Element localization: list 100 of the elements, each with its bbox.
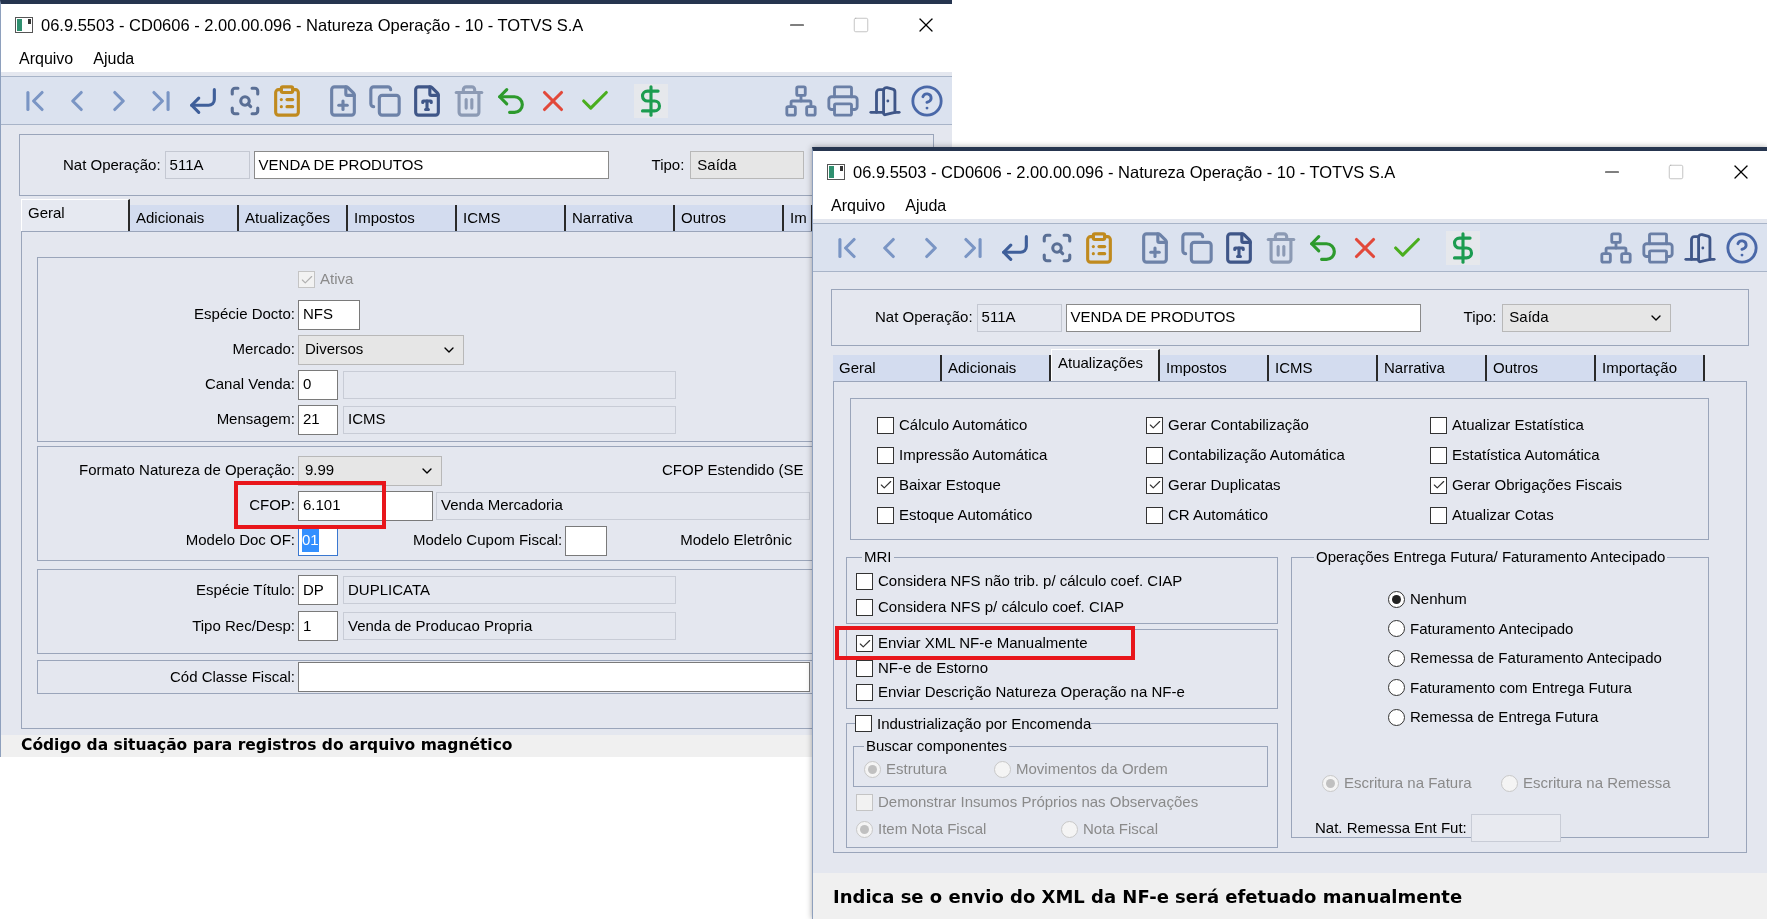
checkbox[interactable] [1146, 476, 1163, 494]
radio-label[interactable]: Nenhum [1410, 588, 1467, 611]
menu-item[interactable]: Arquivo [19, 47, 74, 71]
app-icon [827, 164, 845, 180]
checkbox[interactable] [1430, 476, 1447, 494]
tab[interactable]: Importação [1596, 355, 1705, 381]
dropdown[interactable]: 9.99 [298, 455, 442, 486]
checkbox-label[interactable]: Atualizar Estatística [1452, 413, 1584, 437]
checkbox[interactable] [855, 715, 872, 733]
checkbox[interactable] [877, 476, 894, 494]
radio-button[interactable] [1388, 708, 1405, 726]
checkbox[interactable] [856, 660, 873, 677]
tab[interactable]: ICMS [1269, 355, 1378, 381]
checkbox[interactable] [856, 684, 873, 701]
field-label: Nat Operação: [63, 154, 161, 175]
help-icon[interactable] [1725, 230, 1759, 265]
checkbox[interactable] [1430, 506, 1447, 524]
trash-icon[interactable] [452, 83, 486, 118]
tab[interactable]: Impostos [348, 205, 457, 231]
checkmark-icon [1147, 418, 1162, 432]
text-field[interactable]: VENDA DE PRODUTOS [1065, 303, 1421, 332]
door-icon[interactable] [868, 83, 902, 118]
text-field[interactable]: 1 [298, 611, 338, 641]
checkbox[interactable] [1146, 416, 1163, 434]
checkbox-label[interactable]: CR Automático [1168, 503, 1269, 527]
radio-label[interactable]: Remessa de Entrega Futura [1410, 706, 1599, 729]
checkbox[interactable] [856, 573, 873, 590]
checkbox[interactable] [856, 599, 873, 616]
tab[interactable]: Narrativa [1378, 355, 1487, 381]
text-field[interactable] [565, 525, 608, 556]
dropdown[interactable]: Diversos [298, 334, 464, 365]
tab[interactable]: Geral [833, 355, 942, 381]
readonly-field: 511A [164, 151, 250, 179]
checkbox[interactable] [877, 506, 894, 524]
text-field[interactable]: VENDA DE PRODUTOS [253, 151, 609, 179]
door-icon[interactable] [1683, 230, 1717, 265]
text-field[interactable]: 0 [298, 369, 338, 400]
checkbox-label[interactable]: Impressão Automática [899, 443, 1048, 467]
tab[interactable]: Adicionais [942, 355, 1051, 381]
checkbox-label[interactable]: NF-e de Estorno [878, 657, 989, 680]
checkbox[interactable] [856, 635, 873, 652]
menu-item[interactable]: Ajuda [905, 194, 947, 218]
tab[interactable]: Adicionais [130, 205, 239, 231]
checkbox-label[interactable]: Estatística Automática [1452, 443, 1600, 467]
tab[interactable]: Outros [675, 205, 784, 231]
text-field[interactable] [298, 662, 810, 692]
radio-button[interactable] [1388, 590, 1405, 608]
checkbox-label[interactable]: Estoque Automático [899, 503, 1033, 527]
radio-label[interactable]: Remessa de Faturamento Antecipado [1410, 647, 1662, 670]
tab[interactable]: Impostos [1160, 355, 1269, 381]
radio-label[interactable]: Faturamento com Entrega Futura [1410, 676, 1632, 699]
checkbox[interactable] [1146, 506, 1163, 524]
checkbox[interactable] [877, 416, 894, 434]
checkbox-label[interactable]: Gerar Contabilização [1168, 413, 1309, 437]
radio-label[interactable]: Faturamento Antecipado [1410, 617, 1574, 640]
checkbox-label[interactable]: Gerar Duplicatas [1168, 473, 1281, 497]
field-label: Espécie Título: [195, 579, 295, 600]
text-field[interactable]: 21 [298, 404, 338, 435]
checkbox-label[interactable]: Atualizar Cotas [1452, 503, 1554, 527]
tab[interactable]: ICMS [457, 205, 566, 231]
checkbox[interactable] [1430, 446, 1447, 464]
tab[interactable]: Narrativa [566, 205, 675, 231]
checkbox[interactable] [1146, 446, 1163, 464]
tree-icon[interactable] [784, 83, 818, 118]
text-field[interactable]: DP [298, 575, 338, 605]
radio-button[interactable] [1388, 649, 1405, 667]
tab[interactable]: Outros [1487, 355, 1596, 381]
dollar-icon[interactable] [1446, 230, 1480, 265]
trash-icon[interactable] [1264, 230, 1298, 265]
text-field[interactable]: 6.101 [298, 490, 433, 521]
printer-icon[interactable] [1641, 230, 1675, 265]
radio-button[interactable] [1388, 620, 1405, 638]
checkbox-label[interactable]: Baixar Estoque [899, 473, 1001, 497]
checkbox-label[interactable]: Enviar XML NF-e Manualmente [878, 632, 1088, 655]
tab[interactable]: Atualizações [239, 205, 348, 231]
radio-button[interactable] [1388, 679, 1405, 697]
checkbox[interactable] [1430, 416, 1447, 434]
dropdown[interactable]: Saída [690, 151, 805, 179]
checkbox-label[interactable]: Contabilização Automática [1168, 443, 1345, 467]
menu-item[interactable]: Ajuda [93, 47, 135, 71]
checkbox-label[interactable]: Considera NFS não trib. p/ cálculo coef. CIAP [878, 570, 1183, 593]
copy-icon[interactable] [368, 83, 402, 118]
copy-icon[interactable] [1180, 230, 1214, 265]
dropdown[interactable]: Saída [1502, 303, 1672, 332]
tree-icon[interactable] [1599, 230, 1633, 265]
dollar-icon[interactable] [634, 83, 668, 118]
tab[interactable]: Geral [21, 199, 130, 231]
checkbox-label[interactable]: Industrialização por Encomenda [877, 712, 1092, 735]
window-title: 06.9.5503 - CD0606 - 2.00.00.096 - Natureza Operação - 10 - TOTVS S.A [41, 14, 584, 36]
checkbox-label[interactable]: Considera NFS p/ cálculo coef. CIAP [878, 596, 1124, 619]
help-icon[interactable] [910, 83, 944, 118]
tab[interactable]: Im [784, 205, 813, 231]
checkbox-label[interactable]: Gerar Obrigações Fiscais [1452, 473, 1623, 497]
checkbox-label[interactable]: Enviar Descrição Natureza Operação na NF-e [878, 681, 1185, 704]
menu-item[interactable]: Arquivo [831, 194, 886, 218]
text-field[interactable]: NFS [298, 299, 360, 330]
checkbox[interactable] [877, 446, 894, 464]
printer-icon[interactable] [826, 83, 860, 118]
tab[interactable]: Atualizações [1051, 349, 1160, 381]
checkbox-label[interactable]: Cálculo Automático [899, 413, 1028, 437]
